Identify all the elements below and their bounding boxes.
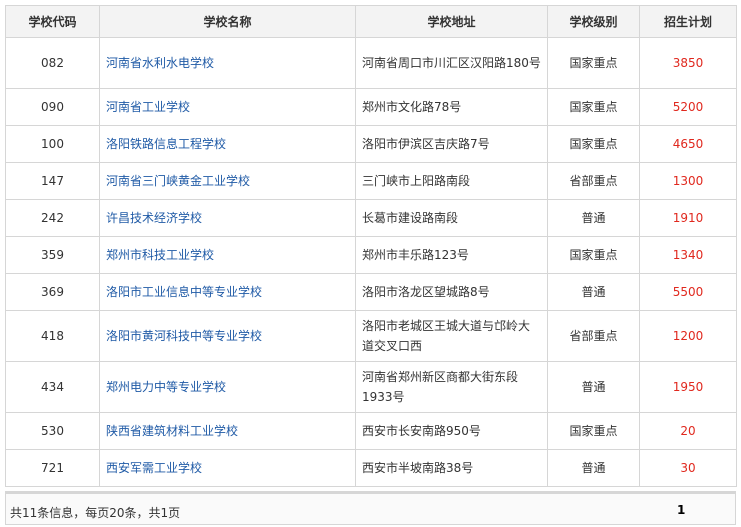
school-level-cell: 国家重点 — [547, 88, 640, 126]
school-name-cell: 陕西省建筑材料工业学校 — [99, 412, 356, 450]
school-level-cell: 普通 — [547, 361, 640, 413]
table-header-row: 学校代码 学校名称 学校地址 学校级别 招生计划 — [5, 5, 737, 38]
school-address-cell: 三门峡市上阳路南段 — [355, 162, 548, 200]
school-name-cell: 洛阳铁路信息工程学校 — [99, 125, 356, 163]
table-row: 242 许昌技术经济学校 长葛市建设路南段 普通 1910 — [5, 199, 737, 237]
school-code-cell: 418 — [5, 310, 100, 362]
school-code-cell: 369 — [5, 273, 100, 311]
school-name-cell: 西安军需工业学校 — [99, 449, 356, 487]
school-address-cell: 洛阳市老城区王城大道与邙岭大道交叉口西 — [355, 310, 548, 362]
school-name-cell: 河南省三门峡黄金工业学校 — [99, 162, 356, 200]
enrollment-plan-cell: 1950 — [639, 361, 737, 413]
school-address-cell: 河南省周口市川汇区汉阳路180号 — [355, 37, 548, 89]
school-level-cell: 普通 — [547, 199, 640, 237]
school-name-link[interactable]: 河南省工业学校 — [106, 100, 190, 114]
school-address-cell: 洛阳市洛龙区望城路8号 — [355, 273, 548, 311]
school-name-cell: 郑州市科技工业学校 — [99, 236, 356, 274]
school-code-cell: 359 — [5, 236, 100, 274]
school-name-cell: 郑州电力中等专业学校 — [99, 361, 356, 413]
school-level-cell: 普通 — [547, 273, 640, 311]
school-address-cell: 河南省郑州新区商都大街东段1933号 — [355, 361, 548, 413]
enrollment-plan-cell: 5200 — [639, 88, 737, 126]
school-name-cell: 洛阳市黄河科技中等专业学校 — [99, 310, 356, 362]
school-code-cell: 082 — [5, 37, 100, 89]
pagination-summary: 共11条信息，每页20条，共1页 — [10, 506, 181, 520]
table-row: 082 河南省水利水电学校 河南省周口市川汇区汉阳路180号 国家重点 3850 — [5, 37, 737, 89]
school-table-container: 学校代码 学校名称 学校地址 学校级别 招生计划 082 河南省水利水电学校 河南省… — [5, 5, 737, 525]
school-name-link[interactable]: 郑州市科技工业学校 — [106, 248, 214, 262]
school-address-cell: 郑州市丰乐路123号 — [355, 236, 548, 274]
enrollment-plan-cell: 1910 — [639, 199, 737, 237]
school-level-cell: 国家重点 — [547, 236, 640, 274]
school-code-cell: 242 — [5, 199, 100, 237]
enrollment-plan-cell: 1200 — [639, 310, 737, 362]
school-level-cell: 普通 — [547, 449, 640, 487]
school-name-link[interactable]: 郑州电力中等专业学校 — [106, 380, 226, 394]
school-code-cell: 100 — [5, 125, 100, 163]
school-level-cell: 国家重点 — [547, 37, 640, 89]
school-code-cell: 721 — [5, 449, 100, 487]
table-row: 418 洛阳市黄河科技中等专业学校 洛阳市老城区王城大道与邙岭大道交叉口西 省部重点 1… — [5, 310, 737, 362]
school-address-cell: 西安市半坡南路38号 — [355, 449, 548, 487]
school-code-cell: 090 — [5, 88, 100, 126]
school-name-link[interactable]: 许昌技术经济学校 — [106, 211, 202, 225]
pagination-bar: 共11条信息，每页20条，共1页 1 — [5, 491, 736, 525]
school-address-cell: 西安市长安南路950号 — [355, 412, 548, 450]
table-row: 090 河南省工业学校 郑州市文化路78号 国家重点 5200 — [5, 88, 737, 126]
school-code-cell: 147 — [5, 162, 100, 200]
header-enrollment-plan: 招生计划 — [639, 5, 737, 38]
school-code-cell: 530 — [5, 412, 100, 450]
page-link-current[interactable]: 1 — [677, 503, 685, 517]
table-row: 721 西安军需工业学校 西安市半坡南路38号 普通 30 — [5, 449, 737, 487]
enrollment-plan-cell: 20 — [639, 412, 737, 450]
school-name-link[interactable]: 陕西省建筑材料工业学校 — [106, 424, 238, 438]
header-school-address: 学校地址 — [355, 5, 548, 38]
school-name-link[interactable]: 洛阳市工业信息中等专业学校 — [106, 285, 262, 299]
school-address-cell: 郑州市文化路78号 — [355, 88, 548, 126]
table-row: 434 郑州电力中等专业学校 河南省郑州新区商都大街东段1933号 普通 1950 — [5, 361, 737, 413]
school-code-cell: 434 — [5, 361, 100, 413]
school-level-cell: 省部重点 — [547, 162, 640, 200]
school-name-cell: 河南省水利水电学校 — [99, 37, 356, 89]
school-name-link[interactable]: 洛阳铁路信息工程学校 — [106, 137, 226, 151]
school-name-link[interactable]: 河南省水利水电学校 — [106, 56, 214, 70]
enrollment-plan-cell: 30 — [639, 449, 737, 487]
school-name-cell: 洛阳市工业信息中等专业学校 — [99, 273, 356, 311]
school-level-cell: 省部重点 — [547, 310, 640, 362]
school-name-cell: 河南省工业学校 — [99, 88, 356, 126]
school-address-cell: 长葛市建设路南段 — [355, 199, 548, 237]
school-name-link[interactable]: 西安军需工业学校 — [106, 461, 202, 475]
table-row: 530 陕西省建筑材料工业学校 西安市长安南路950号 国家重点 20 — [5, 412, 737, 450]
school-table: 学校代码 学校名称 学校地址 学校级别 招生计划 082 河南省水利水电学校 河南省… — [5, 5, 737, 487]
table-body: 082 河南省水利水电学校 河南省周口市川汇区汉阳路180号 国家重点 3850 090 河… — [5, 37, 737, 487]
enrollment-plan-cell: 1300 — [639, 162, 737, 200]
table-row: 369 洛阳市工业信息中等专业学校 洛阳市洛龙区望城路8号 普通 5500 — [5, 273, 737, 311]
school-name-link[interactable]: 河南省三门峡黄金工业学校 — [106, 174, 250, 188]
header-school-code: 学校代码 — [5, 5, 100, 38]
table-row: 147 河南省三门峡黄金工业学校 三门峡市上阳路南段 省部重点 1300 — [5, 162, 737, 200]
header-school-name: 学校名称 — [99, 5, 356, 38]
header-school-level: 学校级别 — [547, 5, 640, 38]
school-level-cell: 国家重点 — [547, 125, 640, 163]
school-name-link[interactable]: 洛阳市黄河科技中等专业学校 — [106, 329, 262, 343]
enrollment-plan-cell: 4650 — [639, 125, 737, 163]
table-row: 359 郑州市科技工业学校 郑州市丰乐路123号 国家重点 1340 — [5, 236, 737, 274]
school-address-cell: 洛阳市伊滨区吉庆路7号 — [355, 125, 548, 163]
enrollment-plan-cell: 3850 — [639, 37, 737, 89]
school-name-cell: 许昌技术经济学校 — [99, 199, 356, 237]
table-row: 100 洛阳铁路信息工程学校 洛阳市伊滨区吉庆路7号 国家重点 4650 — [5, 125, 737, 163]
enrollment-plan-cell: 1340 — [639, 236, 737, 274]
enrollment-plan-cell: 5500 — [639, 273, 737, 311]
school-level-cell: 国家重点 — [547, 412, 640, 450]
